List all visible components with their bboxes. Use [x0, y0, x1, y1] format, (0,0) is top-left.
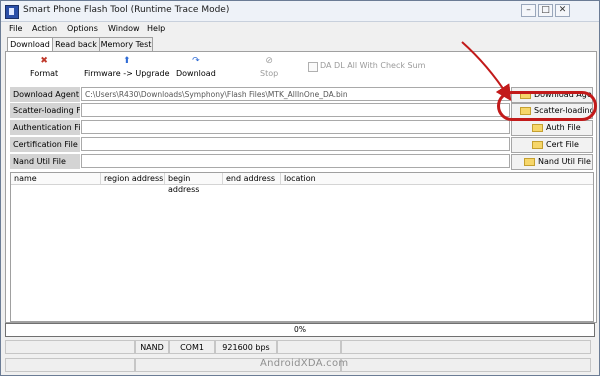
column-header-name[interactable]: name: [11, 173, 101, 184]
status-cell-empty: [277, 340, 341, 354]
menu-help[interactable]: Help: [147, 24, 165, 33]
status-port: COM1: [169, 340, 215, 354]
minimize-button[interactable]: –: [521, 4, 536, 17]
folder-icon: [532, 124, 543, 132]
download-agent-field[interactable]: C:\Users\R430\Downloads\Symphony\Flash F…: [81, 87, 510, 101]
status-storage: NAND: [135, 340, 169, 354]
tab-read-back[interactable]: Read back: [52, 37, 100, 51]
download-icon: ↷: [192, 56, 200, 66]
title-bar: Smart Phone Flash Tool (Runtime Trace Mo…: [1, 1, 599, 22]
auth-file-button[interactable]: Auth File: [511, 120, 593, 136]
column-header-end[interactable]: end address: [223, 173, 281, 184]
scatter-row: Scatter-loading File: [10, 103, 510, 118]
firmware-upgrade-button[interactable]: ⬆ Firmware -> Upgrade: [84, 56, 170, 78]
tab-memory-test[interactable]: Memory Test: [99, 37, 153, 51]
app-icon: [5, 5, 19, 19]
folder-icon: [524, 158, 535, 166]
cert-row: Certification File: [10, 137, 510, 152]
download-button[interactable]: ↷ Download: [176, 56, 216, 78]
scatter-label: Scatter-loading File: [10, 103, 80, 118]
menu-window[interactable]: Window: [108, 24, 140, 33]
nand-label: Nand Util File: [10, 154, 80, 169]
status-cell-empty: [5, 340, 135, 354]
cert-field[interactable]: [81, 137, 510, 151]
status-cell-empty: [341, 358, 591, 372]
format-icon: ✖: [40, 56, 48, 66]
format-button[interactable]: ✖ Format: [30, 56, 58, 78]
stop-icon: ⊘: [265, 56, 273, 66]
status-baud: 921600 bps: [215, 340, 277, 354]
annotation-arrow: [461, 41, 512, 102]
da-checksum-label: DA DL All With Check Sum: [320, 61, 426, 70]
column-header-region[interactable]: region address: [101, 173, 165, 184]
nand-field[interactable]: [81, 154, 510, 168]
menu-file[interactable]: File: [9, 24, 22, 33]
menu-action[interactable]: Action: [32, 24, 57, 33]
cert-label: Certification File: [10, 137, 80, 152]
watermark: AndroidXDA.com: [260, 358, 349, 369]
nand-util-button[interactable]: Nand Util File: [511, 154, 593, 170]
close-button[interactable]: ✕: [555, 4, 570, 17]
status-cell-empty: [341, 340, 591, 354]
auth-row: Authentication File: [10, 120, 510, 135]
download-agent-label: Download Agent: [10, 87, 80, 102]
auth-label: Authentication File: [10, 120, 80, 135]
cert-file-button[interactable]: Cert File: [511, 137, 593, 153]
table-header: name region address begin address end ad…: [11, 173, 593, 194]
nand-row: Nand Util File: [10, 154, 510, 169]
progress-text: 0%: [294, 325, 306, 334]
stop-button[interactable]: ⊘ Stop: [260, 56, 278, 78]
auth-field[interactable]: [81, 120, 510, 134]
column-header-begin[interactable]: begin address: [165, 173, 223, 194]
folder-icon: [532, 141, 543, 149]
window-title: Smart Phone Flash Tool (Runtime Trace Mo…: [23, 5, 230, 15]
column-header-location[interactable]: location: [281, 173, 431, 184]
menu-options[interactable]: Options: [67, 24, 98, 33]
menu-bar: File Action Options Window Help: [1, 22, 599, 35]
scatter-field[interactable]: [81, 103, 510, 117]
da-checksum-checkbox[interactable]: [308, 62, 318, 72]
maximize-button[interactable]: □: [538, 4, 553, 17]
download-agent-row: Download Agent C:\Users\R430\Downloads\S…: [10, 87, 510, 102]
tab-download[interactable]: Download: [7, 37, 53, 52]
status-bar: NAND COM1 921600 bps: [1, 339, 599, 355]
partition-table[interactable]: name region address begin address end ad…: [10, 172, 594, 322]
upgrade-icon: ⬆: [122, 56, 131, 66]
status-cell-empty: [5, 358, 135, 372]
progress-bar: 0%: [5, 323, 595, 337]
